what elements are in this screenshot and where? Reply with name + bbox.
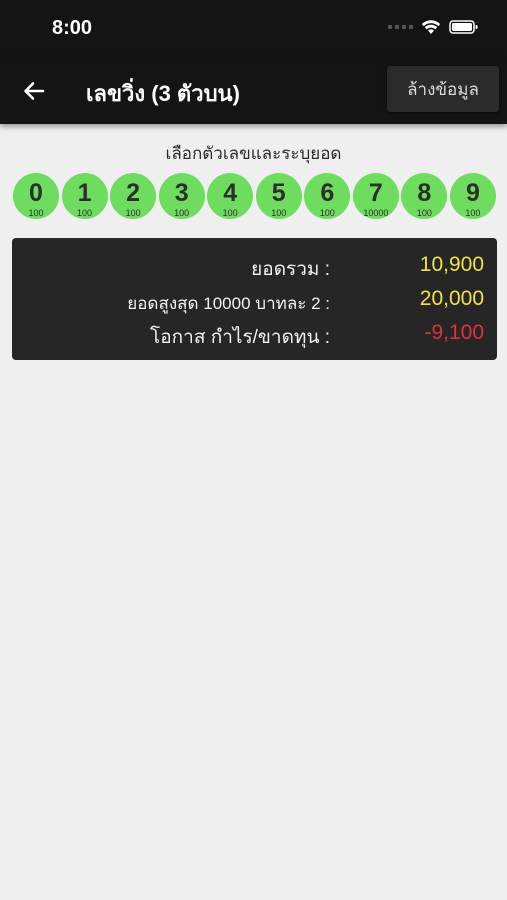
status-bar: 8:00 (0, 0, 507, 58)
digit-selector: 0 100 1 100 2 100 3 100 4 100 5 100 6 100 7 1000… (13, 173, 496, 221)
status-time: 8:00 (52, 17, 93, 39)
digit-number: 7 (368, 179, 383, 207)
digit-button-7[interactable]: 7 10000 (352, 173, 399, 219)
max-payout-row: ยอดสูงสุด 10000 บาทละ 2 : 20,000 (12, 284, 497, 316)
digit-amount: 100 (125, 208, 141, 218)
digit-number: 3 (174, 179, 189, 207)
app-bar: เลขวิ่ง (3 ตัวบน) ล้างข้อมูล (0, 58, 507, 124)
digit-amount: 100 (319, 208, 335, 218)
digit-amount: 100 (222, 208, 238, 218)
total-value: 10,900 (419, 253, 484, 276)
digit-number: 4 (223, 179, 238, 207)
arrow-left-icon (24, 82, 45, 100)
total-label: ยอดรวม : (251, 259, 330, 280)
summary-panel: ยอดรวม : 10,900 ยอดสูงสุด 10000 บาทละ 2 … (12, 238, 497, 360)
digit-number: 8 (417, 179, 432, 207)
digit-button-2[interactable]: 2 100 (110, 173, 157, 219)
total-row: ยอดรวม : 10,900 (12, 250, 497, 282)
max-payout-label: ยอดสูงสุด 10000 บาทละ 2 : (127, 294, 330, 313)
battery-icon (449, 20, 478, 34)
digit-amount: 10000 (363, 208, 389, 218)
digit-button-1[interactable]: 1 100 (61, 173, 108, 219)
max-payout-value: 20,000 (419, 287, 484, 310)
profit-loss-label: โอกาส กำไร/ขาดทุน : (150, 327, 330, 348)
digit-amount: 100 (77, 208, 93, 218)
profit-loss-row: โอกาส กำไร/ขาดทุน : -9,100 (12, 318, 497, 350)
digit-amount: 100 (416, 208, 432, 218)
digit-button-4[interactable]: 4 100 (207, 173, 254, 219)
instruction-text: เลือกตัวเลขและระบุยอด (165, 144, 342, 163)
digit-button-8[interactable]: 8 100 (401, 173, 448, 219)
digit-amount: 100 (465, 208, 481, 218)
digit-number: 1 (77, 179, 92, 207)
digit-amount: 100 (174, 208, 190, 218)
digit-number: 9 (465, 179, 480, 207)
status-icons (388, 19, 479, 35)
digit-button-3[interactable]: 3 100 (158, 173, 205, 219)
digit-number: 0 (29, 179, 43, 207)
digit-amount: 100 (271, 208, 287, 218)
wifi-icon (421, 20, 441, 34)
profit-loss-value: -9,100 (424, 321, 484, 344)
cellular-signal-icon (388, 25, 413, 29)
digit-button-6[interactable]: 6 100 (304, 173, 351, 219)
page-title: เลขวิ่ง (3 ตัวบน) (86, 81, 240, 106)
digit-amount: 100 (28, 208, 44, 218)
digit-number: 5 (271, 179, 286, 207)
digit-button-5[interactable]: 5 100 (255, 173, 302, 219)
clear-data-button[interactable]: ล้างข้อมูล (387, 66, 499, 112)
digit-number: 2 (126, 179, 141, 207)
digit-button-0[interactable]: 0 100 (13, 173, 59, 219)
digit-number: 6 (320, 179, 335, 207)
digit-button-9[interactable]: 9 100 (449, 173, 496, 219)
back-button[interactable] (18, 74, 52, 108)
